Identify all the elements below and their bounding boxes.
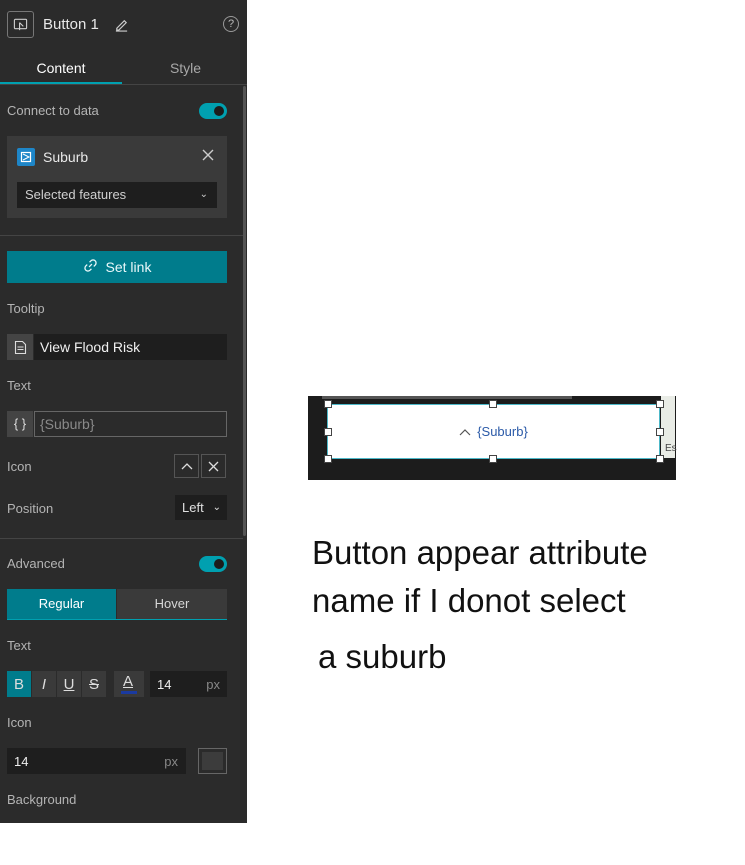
font-color-swatch bbox=[121, 691, 137, 694]
icon-label: Icon bbox=[7, 459, 32, 474]
text-input[interactable]: {Suburb} bbox=[34, 411, 227, 437]
preview-button[interactable]: {Suburb} bbox=[327, 404, 660, 459]
note-line-2: name if I donot select bbox=[312, 582, 626, 619]
text-label: Text bbox=[7, 378, 31, 393]
document-icon[interactable] bbox=[7, 334, 33, 360]
remove-icon-button[interactable] bbox=[201, 454, 226, 478]
link-icon bbox=[83, 258, 98, 276]
text-style-label: Text bbox=[7, 638, 31, 653]
tab-regular[interactable]: Regular bbox=[7, 589, 116, 619]
note-line-3: a suburb bbox=[318, 638, 447, 675]
selection-dropdown-value: Selected features bbox=[25, 187, 127, 202]
layer-icon bbox=[17, 148, 35, 166]
section-divider bbox=[0, 235, 243, 236]
resize-handle[interactable] bbox=[656, 455, 664, 463]
data-source-name: Suburb bbox=[43, 149, 89, 165]
icon-size-value: 14 bbox=[14, 754, 29, 769]
chevron-up-icon bbox=[459, 424, 471, 439]
resize-handle[interactable] bbox=[489, 455, 497, 463]
selection-dropdown[interactable]: Selected features ⌄ bbox=[17, 182, 217, 208]
resize-handle[interactable] bbox=[324, 455, 332, 463]
tab-hover[interactable]: Hover bbox=[117, 589, 227, 619]
help-icon[interactable]: ? bbox=[223, 16, 239, 32]
canvas-top-bar bbox=[322, 396, 572, 399]
font-size-unit: px bbox=[206, 677, 220, 692]
strikethrough-button[interactable]: S bbox=[82, 671, 106, 697]
connect-to-data-toggle[interactable] bbox=[199, 103, 227, 119]
settings-panel: Button 1 ? Content Style Connect to data… bbox=[0, 0, 247, 823]
chevron-down-icon: ⌄ bbox=[199, 189, 208, 200]
resize-handle[interactable] bbox=[324, 428, 332, 436]
resize-handle[interactable] bbox=[324, 400, 332, 408]
icon-color-swatch bbox=[202, 752, 223, 770]
tab-divider bbox=[0, 84, 247, 85]
icon-size-input[interactable]: 14 px bbox=[7, 748, 186, 774]
background-label: Background bbox=[7, 792, 77, 807]
panel-scrollbar[interactable] bbox=[243, 86, 246, 536]
resize-handle[interactable] bbox=[656, 400, 664, 408]
edit-title-icon[interactable] bbox=[114, 17, 129, 37]
set-link-button[interactable]: Set link bbox=[7, 251, 227, 283]
position-dropdown[interactable]: Left ⌄ bbox=[175, 495, 227, 520]
set-link-label: Set link bbox=[105, 259, 152, 275]
state-tab-underline bbox=[7, 619, 227, 620]
tab-content[interactable]: Content bbox=[0, 56, 122, 84]
icon-size-unit: px bbox=[164, 754, 178, 769]
widget-title: Button 1 bbox=[43, 16, 99, 33]
note-line-1: Button appear attribute bbox=[312, 534, 648, 571]
connect-to-data-label: Connect to data bbox=[7, 103, 99, 118]
tooltip-input[interactable]: View Flood Risk bbox=[34, 334, 227, 360]
chevron-down-icon: ⌄ bbox=[212, 502, 221, 513]
italic-button[interactable]: I bbox=[32, 671, 56, 697]
font-color-icon: A bbox=[123, 673, 134, 690]
underline-button[interactable]: U bbox=[57, 671, 81, 697]
expression-icon[interactable]: { } bbox=[7, 411, 33, 437]
section-divider bbox=[0, 538, 243, 539]
font-color-button[interactable]: A bbox=[114, 671, 144, 697]
advanced-toggle[interactable] bbox=[199, 556, 227, 572]
close-icon[interactable] bbox=[201, 148, 215, 167]
advanced-label: Advanced bbox=[7, 556, 65, 571]
bold-button[interactable]: B bbox=[7, 671, 31, 697]
preview-button-text: {Suburb} bbox=[477, 424, 528, 439]
position-value: Left bbox=[182, 500, 204, 515]
tooltip-label: Tooltip bbox=[7, 301, 45, 316]
widget-type-icon bbox=[7, 11, 34, 38]
tab-style[interactable]: Style bbox=[124, 56, 247, 80]
icon-color-picker[interactable] bbox=[198, 748, 227, 774]
resize-handle[interactable] bbox=[656, 428, 664, 436]
chevron-up-icon[interactable] bbox=[174, 454, 199, 478]
font-size-value: 14 bbox=[157, 677, 172, 692]
font-size-input[interactable]: 14 px bbox=[150, 671, 227, 697]
position-label: Position bbox=[7, 501, 54, 516]
icon-style-label: Icon bbox=[7, 715, 32, 730]
resize-handle[interactable] bbox=[489, 400, 497, 408]
map-edge-text: Es bbox=[665, 443, 677, 454]
